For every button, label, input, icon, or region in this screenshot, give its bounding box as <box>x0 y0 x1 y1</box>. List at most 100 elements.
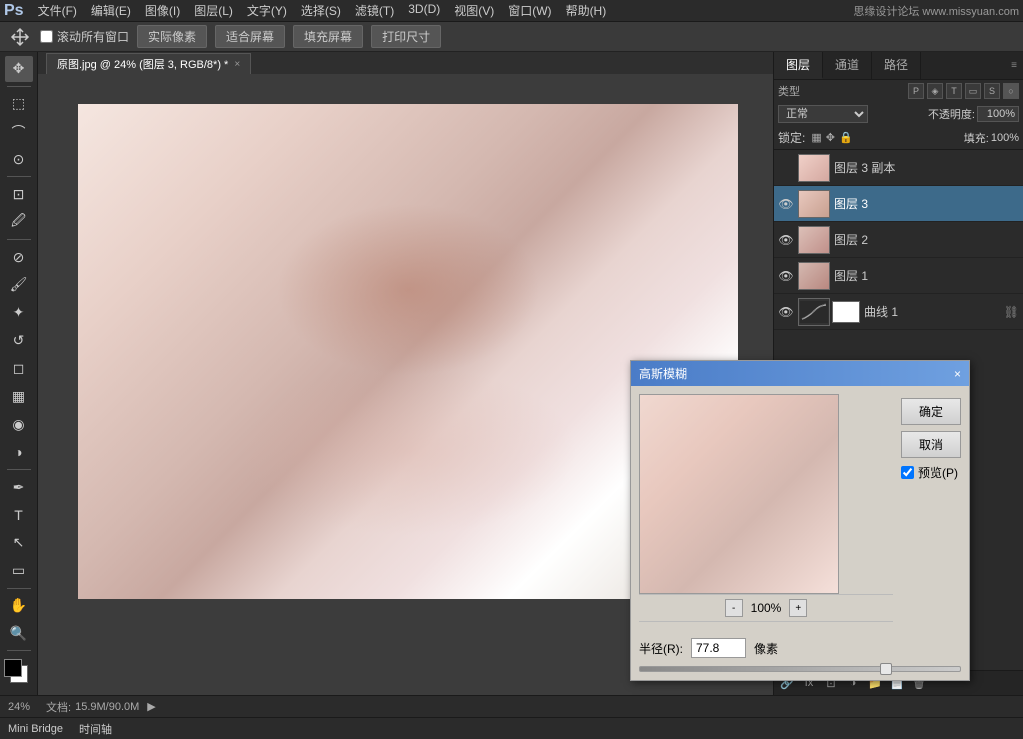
layer-item-3[interactable]: 👁 图层 3 <box>774 186 1023 222</box>
menu-bar: Ps 文件(F) 编辑(E) 图像(I) 图层(L) 文字(Y) 选择(S) 滤… <box>0 0 1023 22</box>
brush-tool[interactable]: 🖌 <box>5 272 33 298</box>
move-tool[interactable]: ✥ <box>5 56 33 82</box>
tab-channels[interactable]: 通道 <box>823 52 872 79</box>
timeline-button[interactable]: 时间轴 <box>79 721 112 737</box>
menu-file[interactable]: 文件(F) <box>32 0 83 21</box>
crop-tool[interactable]: ⊡ <box>5 181 33 207</box>
quick-select-tool[interactable]: ⊙ <box>5 147 33 173</box>
tool-separator-3 <box>7 239 31 240</box>
filter-label: 类型 <box>778 83 800 99</box>
layer-1-visibility[interactable]: 👁 <box>778 268 794 284</box>
lock-move-icon[interactable]: ✥ <box>826 131 835 144</box>
curves-mask-thumbnail <box>832 301 860 323</box>
hand-tool[interactable]: ✋ <box>5 593 33 619</box>
zoom-percent: 100% <box>751 601 782 615</box>
menu-window[interactable]: 窗口(W) <box>502 0 557 21</box>
blend-mode-row: 正常 不透明度: 100% <box>774 102 1023 126</box>
gaussian-blur-dialog: 高斯模糊 × - 100% + 确定 取消 预览(P) 半径(R): 像素 <box>630 360 970 681</box>
history-brush[interactable]: ↺ <box>5 328 33 354</box>
dodge-tool[interactable]: ◑ <box>5 439 33 465</box>
filter-toggle[interactable]: ○ <box>1003 83 1019 99</box>
menu-filter[interactable]: 滤镜(T) <box>349 0 400 21</box>
opacity-value[interactable]: 100% <box>977 106 1019 122</box>
fill-screen-button[interactable]: 填充屏幕 <box>293 25 363 48</box>
tab-layers[interactable]: 图层 <box>774 52 823 79</box>
tab-close-button[interactable]: × <box>234 59 240 70</box>
radius-unit: 像素 <box>754 640 778 657</box>
lock-all-icon[interactable]: 🔒 <box>839 131 853 144</box>
preview-checkbox[interactable] <box>901 466 914 479</box>
dialog-close-button[interactable]: × <box>954 367 961 381</box>
menu-select[interactable]: 选择(S) <box>295 0 347 21</box>
actual-pixels-button[interactable]: 实际像素 <box>137 25 207 48</box>
menu-image[interactable]: 图像(I) <box>139 0 186 21</box>
move-icon <box>10 27 30 47</box>
layer-item-1[interactable]: 👁 图层 1 <box>774 258 1023 294</box>
radius-slider-thumb[interactable] <box>880 663 892 675</box>
curves-visibility[interactable]: 👁 <box>778 304 794 320</box>
layer-item-3copy[interactable]: 👁 图层 3 副本 <box>774 150 1023 186</box>
curves-adj-icon <box>798 298 830 326</box>
layer-3copy-name: 图层 3 副本 <box>834 159 1019 176</box>
blur-tool[interactable]: ◉ <box>5 411 33 437</box>
filter-smart-icon[interactable]: S <box>984 83 1000 99</box>
lock-row: 锁定: ▦ ✥ 🔒 填充: 100% <box>774 126 1023 150</box>
branding-text: 思缘设计论坛 www.missyuan.com <box>853 3 1019 19</box>
lasso-tool[interactable]: ⌒ <box>5 119 33 145</box>
fit-screen-button[interactable]: 适合屏幕 <box>215 25 285 48</box>
layer-2-visibility[interactable]: 👁 <box>778 232 794 248</box>
mini-bridge-button[interactable]: Mini Bridge <box>8 723 63 735</box>
scroll-all-checkbox[interactable] <box>40 30 53 43</box>
clone-tool[interactable]: ✦ <box>5 300 33 326</box>
dialog-body: - 100% + 确定 取消 预览(P) <box>631 386 969 630</box>
path-select-tool[interactable]: ↖ <box>5 530 33 556</box>
print-size-button[interactable]: 打印尺寸 <box>371 25 441 48</box>
ps-logo: Ps <box>4 2 24 20</box>
zoom-tool[interactable]: 🔍 <box>5 621 33 647</box>
blend-mode-select[interactable]: 正常 <box>778 105 868 123</box>
marquee-tool[interactable]: ⬚ <box>5 91 33 117</box>
spot-heal-tool[interactable]: ⊘ <box>5 244 33 270</box>
curves-svg <box>800 301 828 323</box>
curves-layer-item[interactable]: 👁 曲线 1 ⛓ <box>774 294 1023 330</box>
filter-shape-icon[interactable]: ▭ <box>965 83 981 99</box>
foreground-color[interactable] <box>4 659 22 677</box>
ok-button[interactable]: 确定 <box>901 398 961 425</box>
eyedropper-tool[interactable]: 🖉 <box>5 209 33 235</box>
menu-3d[interactable]: 3D(D) <box>402 0 446 21</box>
filter-pixel-icon[interactable]: P <box>908 83 924 99</box>
layer-3-visibility[interactable]: 👁 <box>778 196 794 212</box>
menu-view[interactable]: 视图(V) <box>448 0 500 21</box>
text-tool[interactable]: T <box>5 502 33 528</box>
zoom-out-button[interactable]: - <box>725 599 743 617</box>
zoom-in-button[interactable]: + <box>789 599 807 617</box>
tool-separator-1 <box>7 86 31 87</box>
tab-bar: 原图.jpg @ 24% (图层 3, RGB/8*) * × <box>38 52 773 74</box>
eraser-tool[interactable]: ◻ <box>5 356 33 382</box>
document-tab[interactable]: 原图.jpg @ 24% (图层 3, RGB/8*) * × <box>46 53 251 74</box>
cancel-button[interactable]: 取消 <box>901 431 961 458</box>
layer-item-2[interactable]: 👁 图层 2 <box>774 222 1023 258</box>
doc-info-expand[interactable]: ▶ <box>147 700 155 713</box>
radius-input[interactable] <box>691 638 746 658</box>
move-tool-options[interactable] <box>8 25 32 49</box>
menu-help[interactable]: 帮助(H) <box>560 0 613 21</box>
menu-text[interactable]: 文字(Y) <box>241 0 293 21</box>
layer-1-name: 图层 1 <box>834 267 1019 284</box>
menu-layer[interactable]: 图层(L) <box>188 0 239 21</box>
gradient-tool[interactable]: ▦ <box>5 384 33 410</box>
tab-paths[interactable]: 路径 <box>872 52 921 79</box>
fill-value[interactable]: 100% <box>991 132 1019 144</box>
menu-edit[interactable]: 编辑(E) <box>85 0 137 21</box>
shape-tool[interactable]: ▭ <box>5 558 33 584</box>
dialog-title-bar[interactable]: 高斯模糊 × <box>631 361 969 386</box>
color-boxes <box>4 659 34 687</box>
filter-adj-icon[interactable]: ◈ <box>927 83 943 99</box>
radius-slider-track[interactable] <box>639 666 961 672</box>
panel-expand-icon[interactable]: ≡ <box>1005 52 1023 79</box>
pen-tool[interactable]: ✒ <box>5 474 33 500</box>
layer-3copy-visibility[interactable]: 👁 <box>778 160 794 176</box>
filter-text-icon[interactable]: T <box>946 83 962 99</box>
panel-tabs: 图层 通道 路径 ≡ <box>774 52 1023 80</box>
lock-pixels-icon[interactable]: ▦ <box>811 131 821 144</box>
